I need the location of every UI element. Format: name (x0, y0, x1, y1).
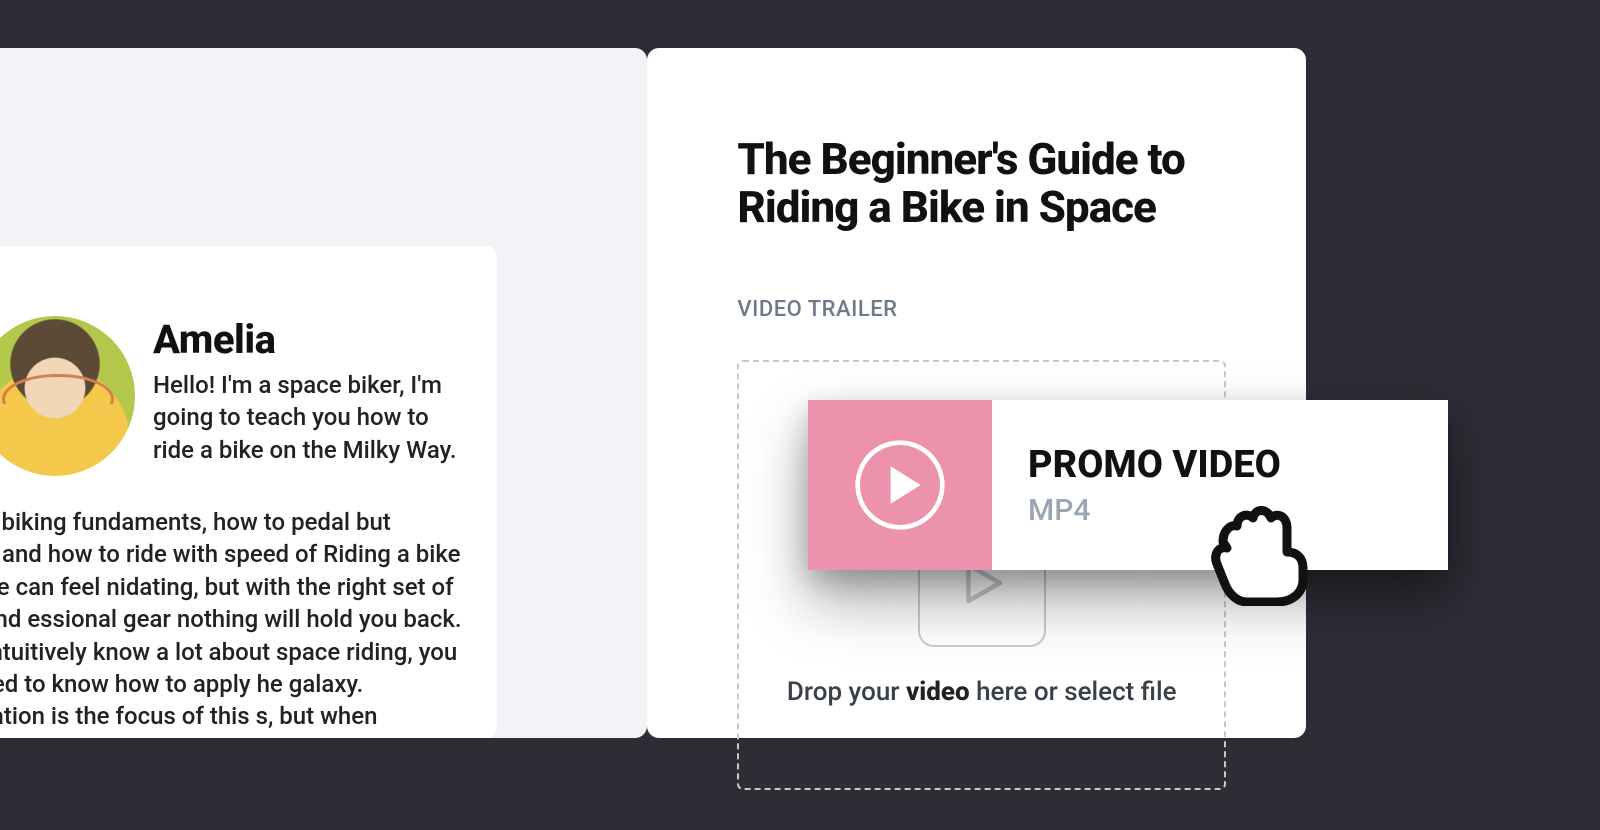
course-setup-panel: The Beginner's Guide to Riding a Bike in… (647, 48, 1306, 738)
course-content-card: Amelia Hello! I'm a space biker, I'm goi… (0, 246, 497, 738)
author-avatar (0, 316, 135, 476)
page-title: The Beginner's Guide to Riding a Bike in… (737, 136, 1197, 231)
dropzone-prefix: Drop your (787, 677, 906, 707)
author-name: Amelia (153, 316, 467, 363)
dragged-file-card[interactable]: PROMO VIDEO MP4 (808, 400, 1448, 570)
article-body: n space biking fundaments, how to pedal … (0, 506, 467, 738)
file-name: PROMO VIDEO (1028, 443, 1412, 487)
author-text: Amelia Hello! I'm a space biker, I'm goi… (153, 316, 467, 466)
file-thumbnail (808, 400, 992, 570)
author-bio: Hello! I'm a space biker, I'm going to t… (153, 369, 467, 466)
course-preview-panel: e Amelia Hello! I'm a space biker, I'm g… (0, 48, 647, 738)
video-trailer-label: VIDEO TRAILER (737, 297, 1226, 322)
author-row: Amelia Hello! I'm a space biker, I'm goi… (0, 316, 467, 476)
dropzone-text: Drop your video here or select file (787, 675, 1177, 710)
dropzone-bold: video (906, 677, 970, 707)
play-icon (853, 438, 947, 532)
grab-cursor-icon (1203, 502, 1321, 610)
dropzone-suffix: here or select file (970, 677, 1177, 707)
